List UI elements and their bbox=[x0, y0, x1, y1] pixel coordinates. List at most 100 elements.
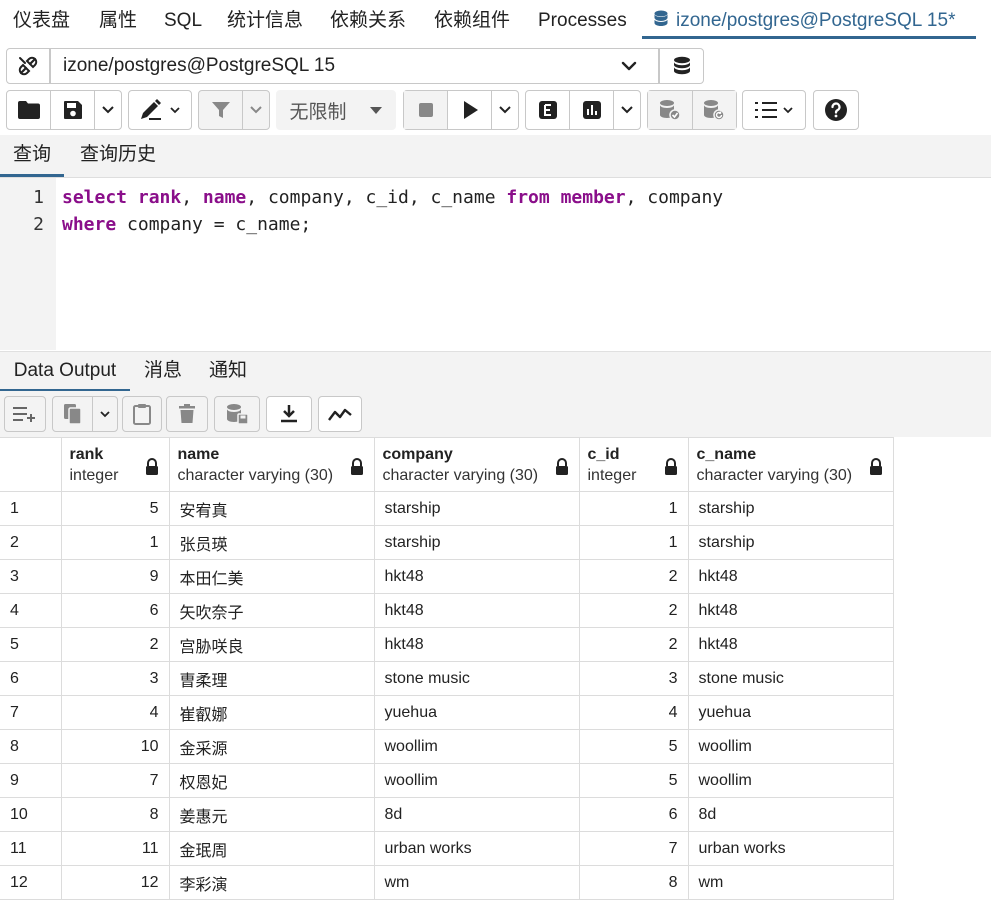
cell-company[interactable]: stone music bbox=[373, 661, 580, 696]
cell-name[interactable]: 曺柔理 bbox=[168, 661, 375, 696]
cell-name[interactable]: 权恩妃 bbox=[168, 763, 375, 798]
table-row[interactable]: 7 4 崔叡娜 yuehua 4 yuehua bbox=[0, 695, 894, 730]
cell-rank[interactable]: 12 bbox=[60, 865, 170, 900]
save-file-button[interactable] bbox=[51, 91, 96, 129]
commit-button[interactable] bbox=[648, 91, 693, 129]
rollback-button[interactable] bbox=[692, 91, 736, 129]
cell-name[interactable]: 矢吹奈子 bbox=[168, 593, 375, 628]
delete-row-button[interactable] bbox=[166, 396, 208, 432]
row-limit-select[interactable]: 无限制 bbox=[276, 90, 396, 130]
cell-c-name[interactable]: starship bbox=[687, 491, 894, 526]
cell-name[interactable]: 张员瑛 bbox=[168, 525, 375, 560]
row-number[interactable]: 6 bbox=[0, 661, 62, 696]
explain-button[interactable] bbox=[526, 91, 571, 129]
table-row[interactable]: 12 12 李彩演 wm 8 wm bbox=[0, 865, 894, 900]
row-number[interactable]: 1 bbox=[0, 491, 62, 526]
graph-visualiser-button[interactable] bbox=[318, 396, 362, 432]
cell-c-id[interactable]: 8 bbox=[578, 865, 689, 900]
row-number[interactable]: 10 bbox=[0, 797, 62, 832]
row-number[interactable]: 7 bbox=[0, 695, 62, 730]
column-header-rank[interactable]: rank integer bbox=[60, 437, 170, 492]
help-button[interactable] bbox=[813, 90, 859, 130]
cell-rank[interactable]: 11 bbox=[60, 831, 170, 866]
explain-options-dropdown[interactable] bbox=[614, 91, 640, 129]
execute-options-dropdown[interactable] bbox=[492, 91, 518, 129]
row-number[interactable]: 9 bbox=[0, 763, 62, 798]
cell-company[interactable]: starship bbox=[373, 525, 580, 560]
table-row[interactable]: 3 9 本田仁美 hkt48 2 hkt48 bbox=[0, 559, 894, 594]
column-header-company[interactable]: company character varying (30) bbox=[373, 437, 580, 492]
format-menu-button[interactable] bbox=[742, 90, 806, 130]
cell-rank[interactable]: 9 bbox=[60, 559, 170, 594]
table-row[interactable]: 1 5 安宥真 starship 1 starship bbox=[0, 491, 894, 526]
cell-rank[interactable]: 1 bbox=[60, 525, 170, 560]
tab-dashboard[interactable]: 仪表盘 bbox=[13, 0, 70, 42]
cell-c-id[interactable]: 6 bbox=[578, 797, 689, 832]
column-header-c-name[interactable]: c_name character varying (30) bbox=[687, 437, 894, 492]
cell-c-id[interactable]: 3 bbox=[578, 661, 689, 696]
table-row[interactable]: 8 10 金采源 woollim 5 woollim bbox=[0, 729, 894, 764]
row-number[interactable]: 2 bbox=[0, 525, 62, 560]
cell-rank[interactable]: 8 bbox=[60, 797, 170, 832]
table-row[interactable]: 11 11 金珉周 urban works 7 urban works bbox=[0, 831, 894, 866]
cell-name[interactable]: 李彩演 bbox=[168, 865, 375, 900]
stop-button[interactable] bbox=[404, 91, 449, 129]
cell-company[interactable]: wm bbox=[373, 865, 580, 900]
download-button[interactable] bbox=[266, 396, 312, 432]
cell-c-id[interactable]: 4 bbox=[578, 695, 689, 730]
tab-statistics[interactable]: 统计信息 bbox=[227, 0, 303, 42]
cell-company[interactable]: starship bbox=[373, 491, 580, 526]
sql-editor[interactable]: 1 2 select rank, name, company, c_id, c_… bbox=[0, 178, 991, 350]
cell-company[interactable]: 8d bbox=[373, 797, 580, 832]
table-row[interactable]: 5 2 宫胁咲良 hkt48 2 hkt48 bbox=[0, 627, 894, 662]
cell-rank[interactable]: 2 bbox=[60, 627, 170, 662]
cell-c-id[interactable]: 1 bbox=[578, 491, 689, 526]
row-number[interactable]: 12 bbox=[0, 865, 62, 900]
row-number[interactable]: 8 bbox=[0, 729, 62, 764]
tab-properties[interactable]: 属性 bbox=[99, 0, 137, 42]
save-data-button[interactable] bbox=[214, 396, 260, 432]
column-header-name[interactable]: name character varying (30) bbox=[168, 437, 375, 492]
cell-c-name[interactable]: wm bbox=[687, 865, 894, 900]
tab-dependents[interactable]: 依赖组件 bbox=[434, 0, 510, 42]
cell-c-name[interactable]: hkt48 bbox=[687, 593, 894, 628]
cell-c-id[interactable]: 2 bbox=[578, 627, 689, 662]
cell-company[interactable]: yuehua bbox=[373, 695, 580, 730]
paste-button[interactable] bbox=[122, 396, 162, 432]
cell-company[interactable]: woollim bbox=[373, 729, 580, 764]
cell-rank[interactable]: 4 bbox=[60, 695, 170, 730]
cell-name[interactable]: 姜惠元 bbox=[168, 797, 375, 832]
execute-button[interactable] bbox=[448, 91, 493, 129]
cell-company[interactable]: hkt48 bbox=[373, 559, 580, 594]
tab-processes[interactable]: Processes bbox=[538, 0, 627, 42]
table-row[interactable]: 2 1 张员瑛 starship 1 starship bbox=[0, 525, 894, 560]
row-number[interactable]: 3 bbox=[0, 559, 62, 594]
table-row[interactable]: 10 8 姜惠元 8d 6 8d bbox=[0, 797, 894, 832]
tab-messages[interactable]: 消息 bbox=[144, 352, 182, 392]
row-number[interactable]: 4 bbox=[0, 593, 62, 628]
cell-c-name[interactable]: woollim bbox=[687, 763, 894, 798]
cell-company[interactable]: urban works bbox=[373, 831, 580, 866]
table-row[interactable]: 9 7 权恩妃 woollim 5 woollim bbox=[0, 763, 894, 798]
cell-c-name[interactable]: hkt48 bbox=[687, 559, 894, 594]
new-connection-button[interactable] bbox=[659, 48, 704, 84]
filter-dropdown[interactable] bbox=[243, 91, 269, 129]
cell-c-id[interactable]: 5 bbox=[578, 729, 689, 764]
copy-options-dropdown[interactable] bbox=[93, 397, 117, 431]
cell-c-id[interactable]: 5 bbox=[578, 763, 689, 798]
tab-dependencies[interactable]: 依赖关系 bbox=[330, 0, 406, 42]
cell-name[interactable]: 金珉周 bbox=[168, 831, 375, 866]
tab-query-history[interactable]: 查询历史 bbox=[80, 135, 156, 177]
cell-c-name[interactable]: starship bbox=[687, 525, 894, 560]
cell-c-name[interactable]: urban works bbox=[687, 831, 894, 866]
cell-name[interactable]: 崔叡娜 bbox=[168, 695, 375, 730]
cell-rank[interactable]: 7 bbox=[60, 763, 170, 798]
cell-name[interactable]: 本田仁美 bbox=[168, 559, 375, 594]
add-row-button[interactable] bbox=[4, 396, 46, 432]
cell-c-name[interactable]: hkt48 bbox=[687, 627, 894, 662]
cell-c-name[interactable]: woollim bbox=[687, 729, 894, 764]
cell-c-name[interactable]: yuehua bbox=[687, 695, 894, 730]
cell-c-name[interactable]: 8d bbox=[687, 797, 894, 832]
cell-company[interactable]: hkt48 bbox=[373, 593, 580, 628]
disconnect-button[interactable] bbox=[6, 48, 50, 84]
